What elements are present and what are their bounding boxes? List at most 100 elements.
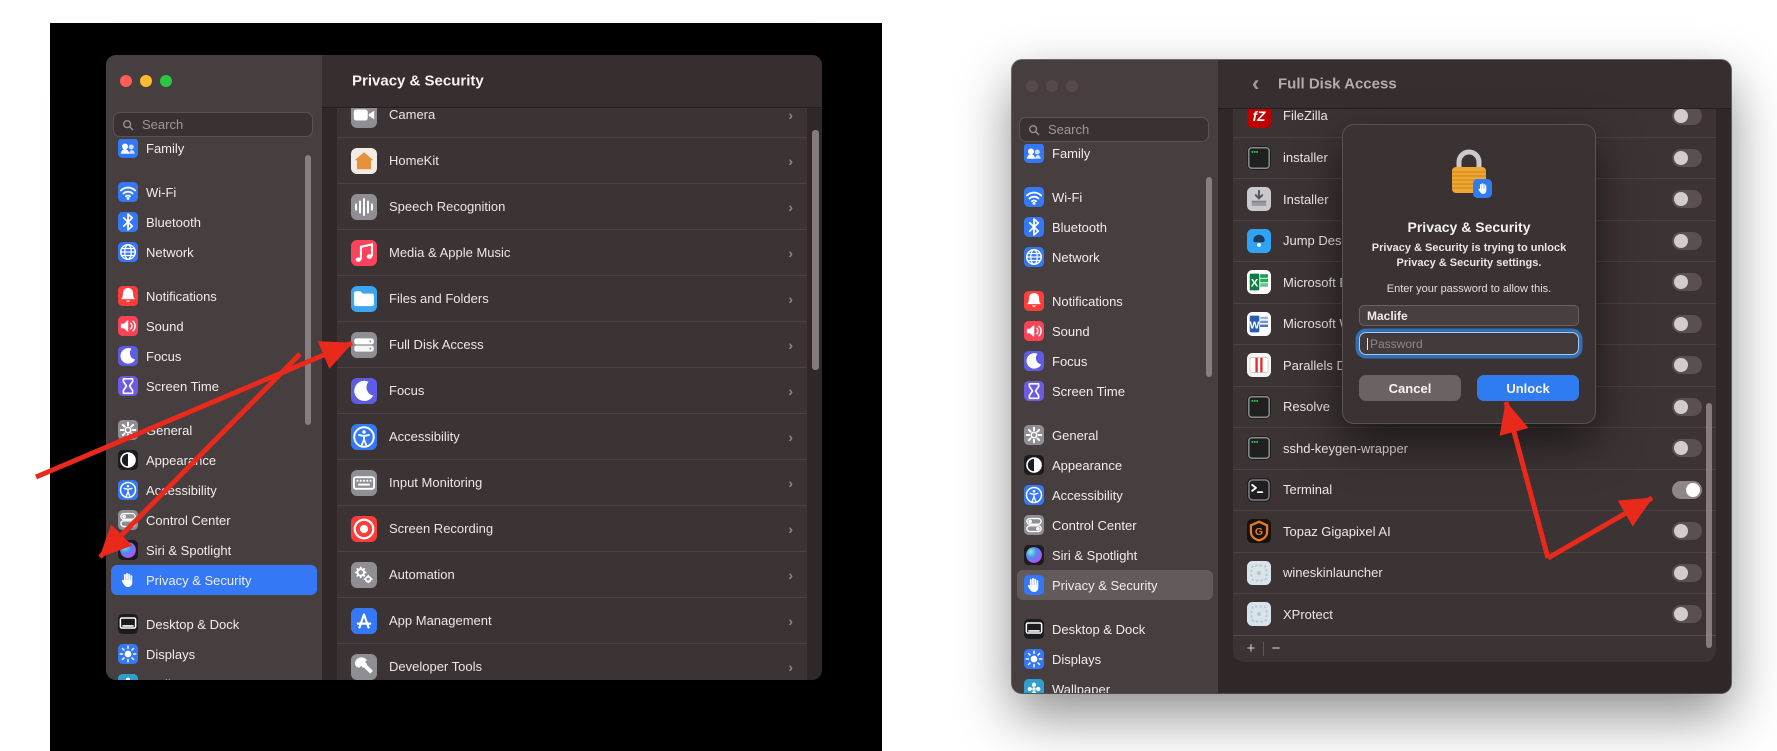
password-field[interactable]: Password	[1359, 332, 1579, 355]
sidebar-item-desktop-dock[interactable]: Desktop & Dock	[111, 609, 317, 639]
sidebar-item-label: Accessibility	[1052, 488, 1123, 503]
sidebar-item-family[interactable]: Family	[1017, 144, 1213, 168]
access-toggle[interactable]	[1672, 439, 1702, 457]
privacy-row-homekit[interactable]: HomeKit ›	[337, 137, 807, 183]
privacy-row-input-monitoring[interactable]: Input Monitoring ›	[337, 459, 807, 505]
search-field[interactable]	[113, 112, 313, 137]
terminal-icon	[1247, 478, 1271, 502]
sidebar-scrollbar[interactable]	[1206, 177, 1212, 377]
access-toggle[interactable]	[1672, 190, 1702, 208]
chevron-right-icon: ›	[788, 429, 793, 445]
sidebar-item-privacy-security[interactable]: Privacy & Security	[111, 565, 317, 595]
sidebar-item-general[interactable]: General	[111, 415, 317, 445]
privacy-row-speech-recognition[interactable]: Speech Recognition ›	[337, 183, 807, 229]
appmgmt-icon	[351, 608, 377, 634]
access-toggle[interactable]	[1672, 605, 1702, 623]
search-input[interactable]	[140, 116, 304, 133]
privacy-row-app-management[interactable]: App Management ›	[337, 597, 807, 643]
sidebar-item-general[interactable]: General	[1017, 420, 1213, 450]
add-app-button[interactable]: +	[1239, 636, 1263, 662]
zoom-icon[interactable]	[1066, 80, 1078, 92]
sidebar-item-siri-spotlight[interactable]: Siri & Spotlight	[111, 535, 317, 565]
privacy-row-focus[interactable]: Focus ›	[337, 367, 807, 413]
username-field[interactable]: Maclife	[1359, 305, 1579, 326]
content-scrollbar[interactable]	[1706, 403, 1712, 648]
sidebar-item-accessibility[interactable]: Accessibility	[111, 475, 317, 505]
sidebar-item-appearance[interactable]: Appearance	[111, 445, 317, 475]
sidebar-item-notifications[interactable]: Notifications	[111, 281, 317, 311]
sidebar-item-screen-time[interactable]: Screen Time	[1017, 376, 1213, 406]
sidebar-group: General Appearance Accessibility Control Ce…	[1017, 420, 1213, 600]
sidebar-item-control-center[interactable]: Control Center	[1017, 510, 1213, 540]
content-scrollbar[interactable]	[812, 130, 819, 370]
sidebar-item-privacy-security[interactable]: Privacy & Security	[1017, 570, 1213, 600]
termdark-icon	[1247, 146, 1271, 170]
sidebar-item-focus[interactable]: Focus	[1017, 346, 1213, 376]
privacy-row-automation[interactable]: Automation ›	[337, 551, 807, 597]
privacy-row-developer-tools[interactable]: Developer Tools ›	[337, 643, 807, 680]
sidebar-item-desktop-dock[interactable]: Desktop & Dock	[1017, 614, 1213, 644]
zoom-icon[interactable]	[160, 75, 172, 87]
topaz-icon: G	[1247, 519, 1271, 543]
sidebar-item-sound[interactable]: Sound	[111, 311, 317, 341]
sidebar-item-wallpaper[interactable]: Wallpaper	[1017, 674, 1213, 693]
sidebar-item-wi-fi[interactable]: Wi-Fi	[111, 177, 317, 207]
cancel-button[interactable]: Cancel	[1359, 375, 1461, 401]
access-toggle[interactable]	[1672, 108, 1702, 125]
privacy-row-camera[interactable]: Camera ›	[337, 107, 807, 137]
sidebar-item-wi-fi[interactable]: Wi-Fi	[1017, 182, 1213, 212]
access-toggle[interactable]	[1672, 315, 1702, 333]
access-toggle[interactable]	[1672, 564, 1702, 582]
access-toggle[interactable]	[1672, 232, 1702, 250]
sidebar-item-network[interactable]: Network	[111, 237, 317, 267]
sidebar-item-screen-time[interactable]: Screen Time	[111, 371, 317, 401]
sidebar-item-wallpaper[interactable]: Wallpaper	[111, 669, 317, 680]
search-field[interactable]	[1019, 117, 1209, 142]
settings-window-privacy-security: Family Wi-FiBluetoothNetwork Notifications…	[106, 55, 822, 680]
sidebar-item-accessibility[interactable]: Accessibility	[1017, 480, 1213, 510]
sidebar-item-displays[interactable]: Displays	[111, 639, 317, 669]
privacy-row-screen-recording[interactable]: Screen Recording ›	[337, 505, 807, 551]
access-toggle[interactable]	[1672, 356, 1702, 374]
access-toggle[interactable]	[1672, 273, 1702, 291]
bluetooth-icon	[1024, 217, 1044, 237]
app-row-wineskinlauncher: wineskinlauncher	[1233, 552, 1716, 594]
sidebar-group: GeneralAppearanceAccessibilityControl Ce…	[111, 415, 317, 595]
sidebar-group: Wi-FiBluetoothNetwork	[1017, 182, 1213, 272]
sidebar-item-label: Privacy & Security	[146, 573, 251, 588]
close-icon[interactable]	[120, 75, 132, 87]
privacy-row-media-apple-music[interactable]: Media & Apple Music ›	[337, 229, 807, 275]
inputmon-icon	[351, 470, 377, 496]
minimize-icon[interactable]	[140, 75, 152, 87]
sidebar-item-label: Appearance	[1052, 458, 1122, 473]
sidebar-item-label: Displays	[146, 647, 195, 662]
sidebar-scrollbar[interactable]	[305, 155, 311, 425]
remove-app-button[interactable]: −	[1264, 636, 1288, 662]
privacy-row-full-disk-access[interactable]: Full Disk Access ›	[337, 321, 807, 367]
close-icon[interactable]	[1026, 80, 1038, 92]
access-toggle[interactable]	[1672, 149, 1702, 167]
minimize-icon[interactable]	[1046, 80, 1058, 92]
sidebar-item-notifications[interactable]: Notifications	[1017, 286, 1213, 316]
access-toggle[interactable]	[1672, 522, 1702, 540]
sidebar-item-control-center[interactable]: Control Center	[111, 505, 317, 535]
sidebar-item-siri-spotlight[interactable]: Siri & Spotlight	[1017, 540, 1213, 570]
back-chevron-icon[interactable]: ‹	[1252, 70, 1259, 96]
unlock-button[interactable]: Unlock	[1477, 375, 1579, 401]
privacy-row-files-and-folders[interactable]: Files and Folders ›	[337, 275, 807, 321]
sidebar-item-family[interactable]: Family	[111, 139, 317, 163]
word-icon: W	[1247, 312, 1271, 336]
sidebar-item-label: Sound	[146, 319, 184, 334]
sidebar-item-bluetooth[interactable]: Bluetooth	[111, 207, 317, 237]
access-toggle[interactable]	[1672, 398, 1702, 416]
sidebar-item-bluetooth[interactable]: Bluetooth	[1017, 212, 1213, 242]
sidebar-item-focus[interactable]: Focus	[111, 341, 317, 371]
row-label: Screen Recording	[389, 521, 776, 536]
sidebar-item-network[interactable]: Network	[1017, 242, 1213, 272]
sidebar-item-sound[interactable]: Sound	[1017, 316, 1213, 346]
search-input[interactable]	[1046, 121, 1200, 138]
sidebar-item-appearance[interactable]: Appearance	[1017, 450, 1213, 480]
privacy-row-accessibility[interactable]: Accessibility ›	[337, 413, 807, 459]
sidebar-item-displays[interactable]: Displays	[1017, 644, 1213, 674]
access-toggle[interactable]	[1672, 481, 1702, 499]
